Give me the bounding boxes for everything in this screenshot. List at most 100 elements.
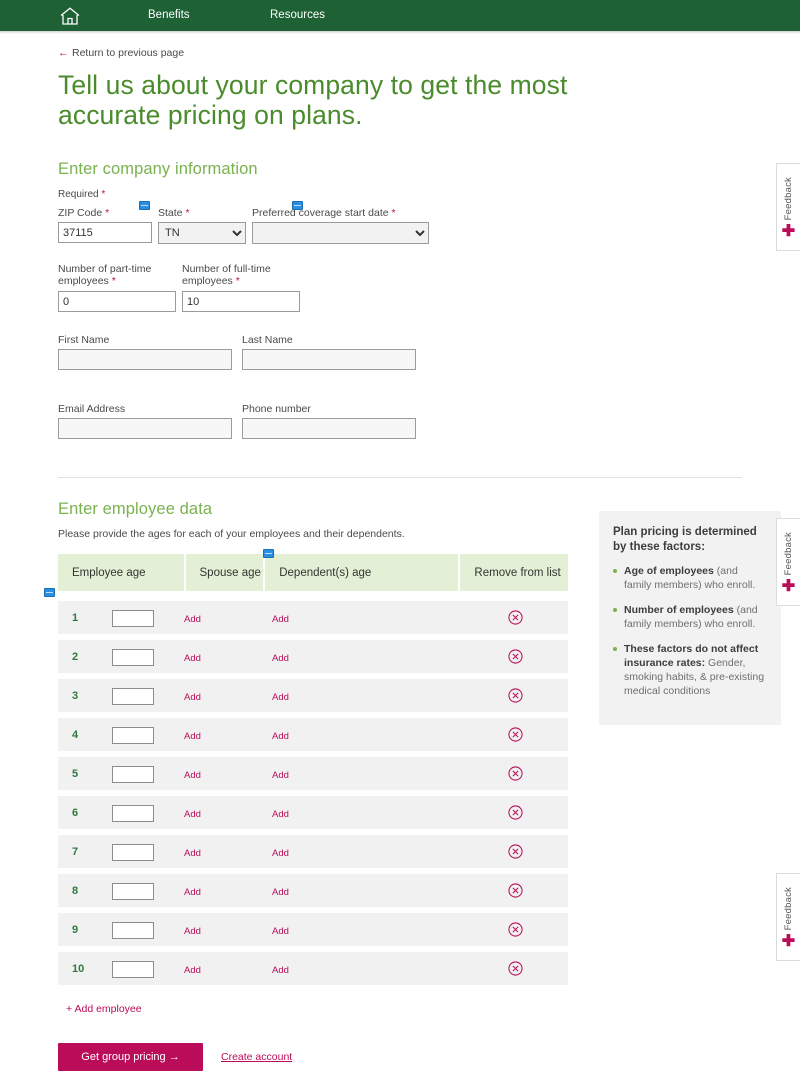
- employee-age-input[interactable]: [112, 922, 154, 939]
- add-dependent-link[interactable]: Add: [272, 848, 289, 859]
- spouse-age-cell: Add: [184, 921, 272, 939]
- row-number: 10: [72, 962, 85, 975]
- part-time-label-text: Number of part-time employees: [58, 263, 152, 287]
- employee-age-cell: [112, 764, 184, 783]
- add-spouse-link[interactable]: Add: [184, 770, 201, 781]
- circle-x-icon[interactable]: [507, 649, 523, 664]
- circle-x-icon[interactable]: [507, 844, 523, 859]
- circle-x-icon[interactable]: [507, 727, 523, 742]
- feedback-tab-label: Feedback: [783, 176, 794, 221]
- nav-link-resources[interactable]: Resources: [270, 9, 325, 21]
- info-panel-title: Plan pricing is determined by these fact…: [613, 526, 757, 553]
- dependents-age-cell: Add: [272, 843, 462, 861]
- return-to-previous-page-link[interactable]: ← Return to previous page: [58, 47, 184, 59]
- add-employee-link[interactable]: + Add employee: [66, 1003, 142, 1015]
- employee-age-input[interactable]: [112, 688, 154, 705]
- add-spouse-link[interactable]: Add: [184, 614, 201, 625]
- circle-x-icon[interactable]: [507, 922, 523, 937]
- full-time-required-star: *: [235, 275, 240, 287]
- table-row: 8 Add Add: [58, 874, 568, 907]
- feedback-tab-middle[interactable]: Feedback ✚: [776, 518, 800, 606]
- remove-cell: [462, 922, 568, 937]
- home-icon[interactable]: [58, 5, 82, 27]
- zip-code-input[interactable]: [58, 222, 152, 243]
- full-time-employees-input[interactable]: [182, 291, 300, 312]
- section-divider: [58, 477, 742, 478]
- spouse-age-cell: Add: [184, 687, 272, 705]
- add-dependent-link[interactable]: Add: [272, 770, 289, 781]
- add-dependent-link[interactable]: Add: [272, 965, 289, 976]
- feedback-tab-top[interactable]: Feedback ✚: [776, 163, 800, 251]
- get-group-pricing-button[interactable]: Get group pricing →: [58, 1043, 203, 1071]
- phone-input[interactable]: [242, 418, 416, 439]
- employee-age-input[interactable]: [112, 727, 154, 744]
- dependents-age-cell: Add: [272, 882, 462, 900]
- company-section-title: Enter company information: [58, 160, 258, 178]
- full-time-label: Number of full-time employees *: [182, 263, 300, 288]
- circle-x-icon[interactable]: [507, 883, 523, 898]
- row-number: 4: [72, 728, 79, 741]
- employee-age-input[interactable]: [112, 844, 154, 861]
- nav-link-benefits[interactable]: Benefits: [148, 9, 190, 21]
- email-input[interactable]: [58, 418, 232, 439]
- add-spouse-link[interactable]: Add: [184, 965, 201, 976]
- add-spouse-link[interactable]: Add: [184, 887, 201, 898]
- column-header-dependents-age: Dependent(s) age: [265, 554, 459, 591]
- state-select[interactable]: TN: [158, 222, 246, 244]
- coverage-start-date-select[interactable]: [252, 222, 429, 244]
- part-time-employees-input[interactable]: [58, 291, 176, 312]
- table-row: 10 Add Add: [58, 952, 568, 985]
- circle-x-icon[interactable]: [507, 961, 523, 976]
- add-spouse-link[interactable]: Add: [184, 848, 201, 859]
- phone-label: Phone number: [242, 403, 311, 415]
- list-item: Age of employees (and family members) wh…: [613, 564, 767, 592]
- plus-icon: ✚: [781, 578, 796, 596]
- add-spouse-link[interactable]: Add: [184, 809, 201, 820]
- add-dependent-link[interactable]: Add: [272, 809, 289, 820]
- first-name-field-group: First Name: [58, 334, 232, 370]
- row-number: 5: [72, 767, 79, 780]
- employee-age-cell: [112, 803, 184, 822]
- employee-table-body: 1 Add Add 2 Add Add 3 Add Add 4 Add Add 5 Add Add 6 Add A…: [58, 601, 568, 985]
- dependents-age-cell: Add: [272, 921, 462, 939]
- circle-x-icon[interactable]: [507, 688, 523, 703]
- circle-x-icon[interactable]: [507, 610, 523, 625]
- add-dependent-link[interactable]: Add: [272, 614, 289, 625]
- last-name-field-group: Last Name: [242, 334, 416, 370]
- plan-pricing-info-panel: Plan pricing is determined by these fact…: [599, 511, 781, 725]
- employee-age-input[interactable]: [112, 805, 154, 822]
- add-spouse-link[interactable]: Add: [184, 926, 201, 937]
- state-required-star: *: [185, 207, 190, 219]
- feedback-tab-bottom[interactable]: Feedback ✚: [776, 873, 800, 961]
- spouse-age-cell: Add: [184, 765, 272, 783]
- add-dependent-link[interactable]: Add: [272, 926, 289, 937]
- feedback-tab-label: Feedback: [783, 886, 794, 931]
- marker-badge-info-panel: [44, 588, 55, 597]
- plus-icon: ✚: [781, 223, 796, 241]
- coverage-start-date-label-text: Preferred coverage start date: [252, 207, 389, 219]
- circle-x-icon[interactable]: [507, 805, 523, 820]
- add-dependent-link[interactable]: Add: [272, 692, 289, 703]
- top-navbar: Benefits Resources: [0, 0, 800, 31]
- add-dependent-link[interactable]: Add: [272, 887, 289, 898]
- phone-field-group: Phone number: [242, 403, 416, 439]
- create-account-link[interactable]: Create account: [221, 1051, 292, 1063]
- last-name-input[interactable]: [242, 349, 416, 370]
- employee-age-input[interactable]: [112, 649, 154, 666]
- full-time-label-text: Number of full-time employees: [182, 263, 271, 287]
- add-spouse-link[interactable]: Add: [184, 692, 201, 703]
- row-number: 7: [72, 845, 79, 858]
- row-number: 1: [72, 611, 79, 624]
- email-field-group: Email Address: [58, 403, 232, 439]
- employee-age-input[interactable]: [112, 883, 154, 900]
- employee-age-input[interactable]: [112, 961, 154, 978]
- add-spouse-link[interactable]: Add: [184, 653, 201, 664]
- dependents-age-cell: Add: [272, 726, 462, 744]
- first-name-input[interactable]: [58, 349, 232, 370]
- employee-age-input[interactable]: [112, 766, 154, 783]
- employee-age-input[interactable]: [112, 610, 154, 627]
- add-spouse-link[interactable]: Add: [184, 731, 201, 742]
- add-dependent-link[interactable]: Add: [272, 731, 289, 742]
- circle-x-icon[interactable]: [507, 766, 523, 781]
- add-dependent-link[interactable]: Add: [272, 653, 289, 664]
